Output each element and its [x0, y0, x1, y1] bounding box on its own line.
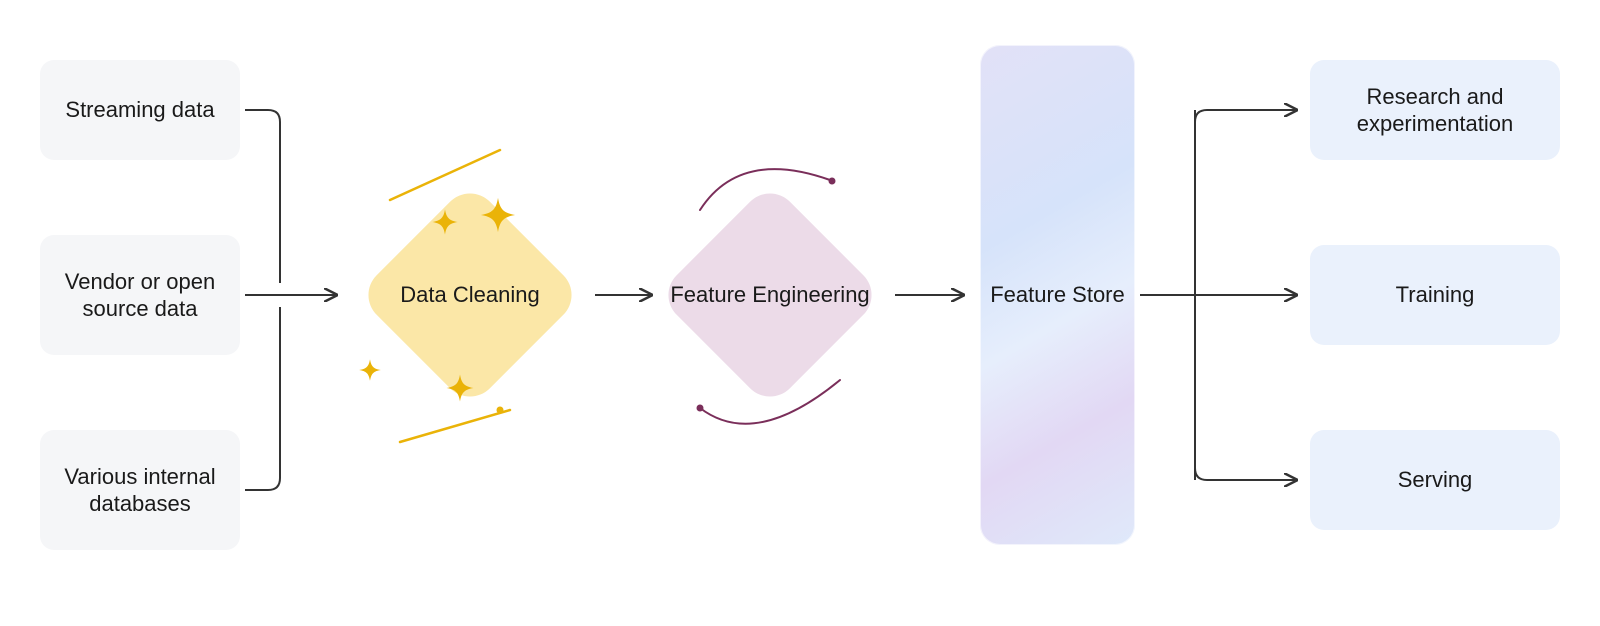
connector-outputs-split — [1140, 110, 1295, 480]
source-internal-databases: Various internal databases — [40, 430, 240, 550]
source-label: Streaming data — [65, 96, 214, 124]
source-label: Various internal databases — [54, 463, 226, 518]
output-serving: Serving — [1310, 430, 1560, 530]
stage-label: Data Cleaning — [400, 281, 539, 309]
output-training: Training — [1310, 245, 1560, 345]
stage-data-cleaning: Data Cleaning — [360, 185, 580, 405]
decoration-fe-dot — [697, 405, 704, 412]
stage-label: Feature Engineering — [670, 281, 869, 309]
connector-sources-merge — [245, 110, 335, 490]
pipeline-diagram: Streaming data Vendor or open source dat… — [0, 0, 1600, 626]
stage-feature-engineering: Feature Engineering — [660, 185, 880, 405]
source-streaming-data: Streaming data — [40, 60, 240, 160]
output-label: Serving — [1398, 466, 1473, 494]
output-label: Training — [1396, 281, 1475, 309]
source-label: Vendor or open source data — [54, 268, 226, 323]
decoration-dc-dot — [497, 407, 504, 414]
output-label: Research and experimentation — [1324, 83, 1546, 138]
source-vendor-open-source: Vendor or open source data — [40, 235, 240, 355]
stage-label: Feature Store — [990, 281, 1125, 309]
output-research-experimentation: Research and experimentation — [1310, 60, 1560, 160]
decoration-fe-dot — [829, 178, 836, 185]
stage-feature-store: Feature Store — [980, 45, 1135, 545]
